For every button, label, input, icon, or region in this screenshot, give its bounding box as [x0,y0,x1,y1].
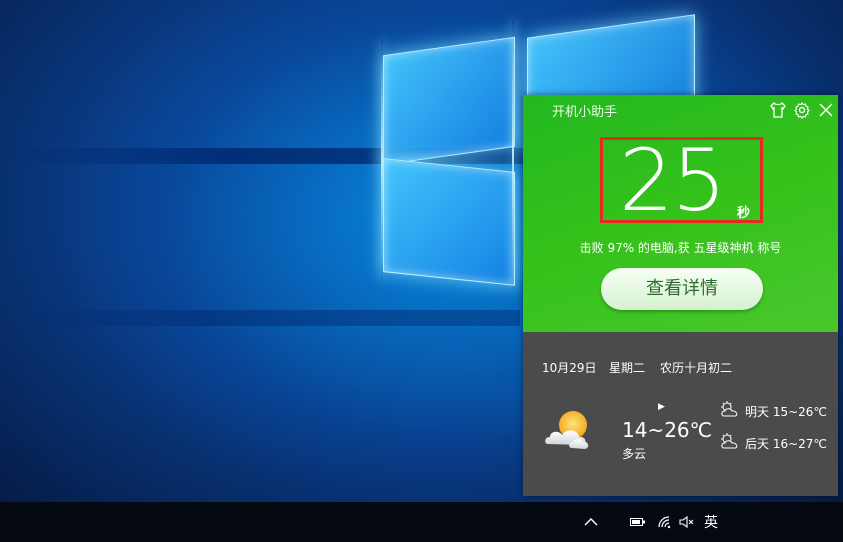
speaker-muted-icon [679,515,694,529]
weekday-label: 星期二 [609,361,646,375]
boot-time-value: 25 [619,131,726,231]
wallpaper-beam [0,310,520,326]
lunar-date-label: 农历十月初二 [660,361,733,375]
taskbar: 英 [0,502,843,542]
wallpaper-window-pane [383,158,515,286]
cloudy-sun-icon [721,433,738,449]
forecast-tomorrow: 明天 15~26℃ [745,403,827,420]
view-details-button[interactable]: 查看详情 [601,268,763,310]
boot-rank-summary: 击败 97% 的电脑,获 五星级神机 称号 [579,241,782,255]
wallpaper-window-pane [383,36,515,166]
boot-time-unit: 秒 [737,206,751,221]
gear-icon [794,102,810,119]
close-button[interactable] [816,100,836,120]
show-hidden-icons-button[interactable] [580,502,602,542]
input-method-button[interactable]: 英 [700,502,722,542]
wallpaper-light-ray [381,40,383,280]
network-button[interactable] [654,502,676,542]
battery-icon [630,518,645,526]
close-icon [819,103,833,117]
boot-assistant-popup: 开机小助手 25 秒 击败 97% 的电脑,获 五星级神机 称号 查看详情 10… [523,95,838,496]
input-method-label: 英 [704,515,718,531]
caret-icon: ▶ [658,402,665,412]
volume-button[interactable] [676,502,698,542]
boot-result-panel: 开机小助手 25 秒 击败 97% 的电脑,获 五星级神机 称号 查看详情 [523,95,838,332]
date-label: 10月29日 [542,361,597,375]
chevron-up-icon [584,518,598,526]
weather-panel: 10月29日 星期二 农历十月初二 ▶ 14~26℃ 多云 明天 15~26℃ … [523,332,838,496]
wallpaper-light-ray [512,20,514,290]
forecast-day-label: 后天 [745,437,770,451]
forecast-temp: 16~27℃ [772,437,827,451]
battery-button[interactable] [628,502,648,542]
forecast-temp: 15~26℃ [772,405,827,419]
widget-title: 开机小助手 [552,105,618,120]
settings-button[interactable] [792,100,812,120]
today-temperature: 14~26℃ [622,418,713,442]
forecast-day-label: 明天 [745,405,770,419]
cloudy-sun-icon [721,401,738,417]
shirt-icon [770,101,786,118]
forecast-day-after: 后天 16~27℃ [745,435,827,452]
wifi-icon [658,516,671,529]
skin-button[interactable] [768,100,788,120]
today-weather-desc: 多云 [622,447,647,461]
partly-cloudy-sun-icon [545,411,589,449]
